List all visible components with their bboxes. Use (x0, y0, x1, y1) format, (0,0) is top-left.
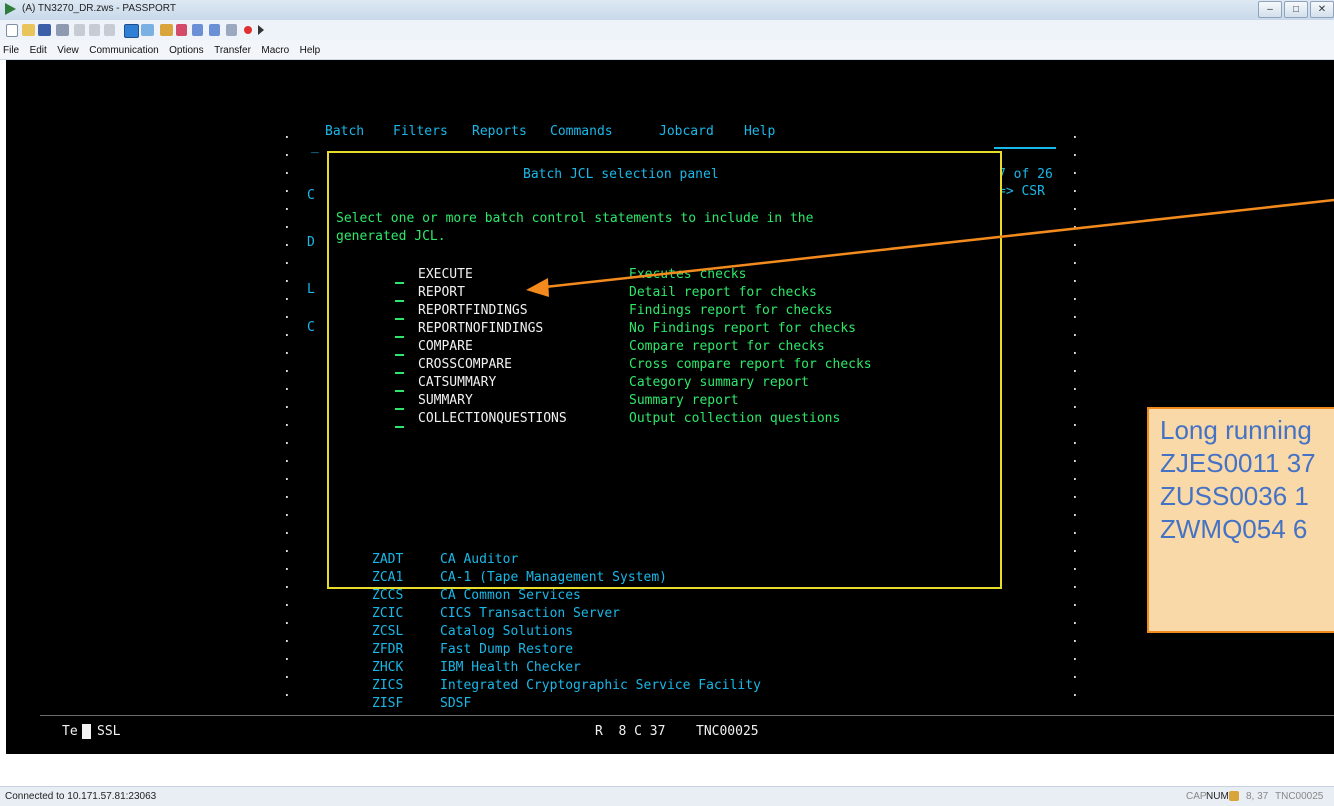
callout-line: ZUSS0036 1 (1160, 481, 1309, 511)
annotation-arrow (526, 198, 1334, 297)
callout-line: ZJES0011 37 (1160, 448, 1316, 478)
connection-status: Connected to 10.171.57.81:23063 (5, 791, 157, 802)
numlock-indicator: NUM (1206, 791, 1229, 802)
callout-line: ZWMQ054 6 (1160, 514, 1308, 544)
lu-name: TNC00025 (1275, 791, 1324, 802)
callout-box: Long running ZJES0011 37 ZUSS0036 1 ZWMQ… (1147, 407, 1334, 633)
cursor-position: 8, 37 (1246, 791, 1269, 802)
caps-indicator: CAP (1186, 791, 1207, 802)
status-bar: Connected to 10.171.57.81:23063 CAP NUM … (0, 786, 1334, 806)
callout-line: Long running (1160, 415, 1312, 445)
lock-icon (1229, 791, 1239, 801)
